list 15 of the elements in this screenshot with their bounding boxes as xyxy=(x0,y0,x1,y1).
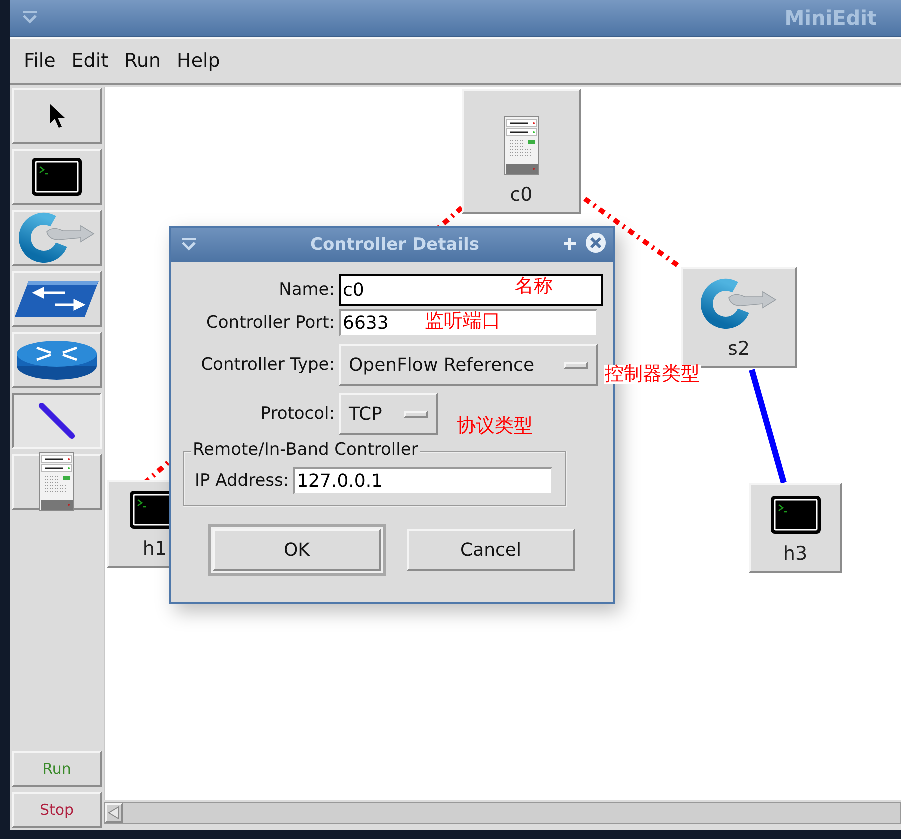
annotation-text: 监听端口 xyxy=(425,312,501,331)
node-label: c0 xyxy=(510,184,533,206)
field-label: Name: xyxy=(278,280,336,300)
window-title: MiniEdit xyxy=(784,6,877,30)
node-label: h1 xyxy=(142,538,168,560)
field-label: Controller Type: xyxy=(200,355,336,375)
annotation-text: 控制器类型 xyxy=(604,365,701,384)
annotation-text: 协议类型 xyxy=(457,417,533,436)
node-label: s2 xyxy=(728,338,750,360)
node-label: h3 xyxy=(783,543,808,565)
field-label: Protocol: xyxy=(260,404,336,424)
annotation-text: 名称 xyxy=(515,277,553,296)
dialog-title: Controller Details xyxy=(310,235,480,255)
group-title: Remote/In-Band Controller xyxy=(191,440,420,460)
field-label: Controller Port: xyxy=(206,313,336,333)
